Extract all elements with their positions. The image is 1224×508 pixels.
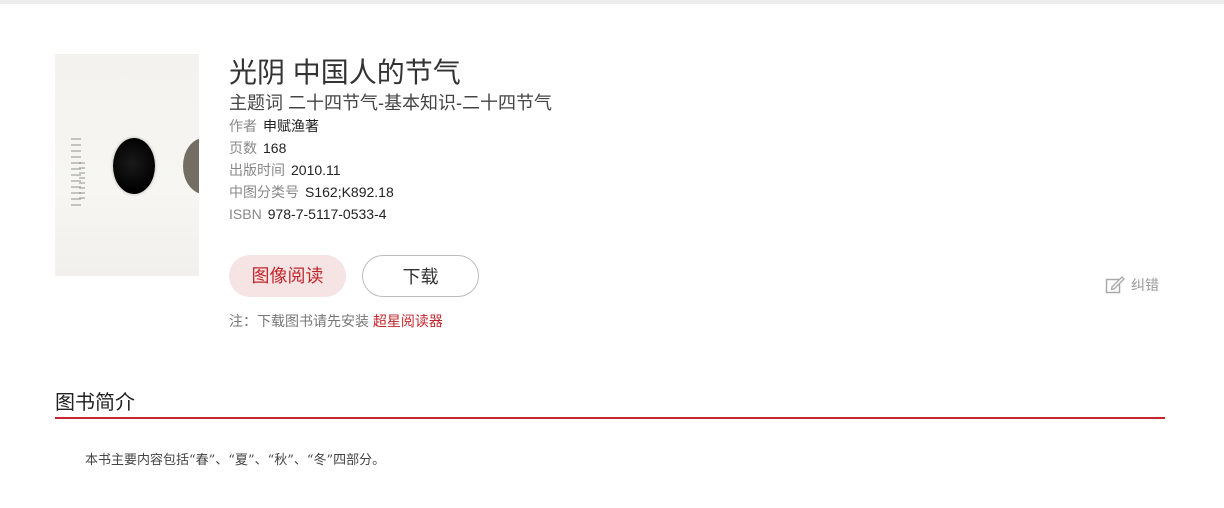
meta-isbn: ISBN 978-7-5117-0533-4 xyxy=(229,203,552,225)
meta-value: S162;K892.18 xyxy=(305,184,394,200)
meta-publish-date: 出版时间 2010.11 xyxy=(229,159,552,181)
intro-text: 本书主要内容包括“春”、“夏”、“秋”、“冬”四部分。 xyxy=(85,453,386,468)
meta-classification: 中图分类号 S162;K892.18 xyxy=(229,181,552,203)
image-read-button[interactable]: 图像阅读 xyxy=(229,255,346,297)
meta-author: 作者 申赋渔著 xyxy=(229,115,552,137)
reader-install-link[interactable]: 超星阅读器 xyxy=(373,313,443,329)
note-text: 注：下载图书请先安装 xyxy=(229,313,373,329)
report-label: 纠错 xyxy=(1131,277,1159,293)
intro-heading: 图书简介 xyxy=(55,392,135,414)
cover-black-moon xyxy=(113,138,155,194)
edit-icon xyxy=(1105,275,1125,295)
meta-value: 168 xyxy=(263,140,287,156)
meta-value: 978-7-5117-0533-4 xyxy=(267,206,387,222)
download-button[interactable]: 下载 xyxy=(362,255,479,297)
meta-label: 作者 xyxy=(229,118,257,134)
book-subject: 主题词 二十四节气-基本知识-二十四节气 xyxy=(229,93,552,113)
download-note: 注：下载图书请先安装 超星阅读器 xyxy=(229,311,443,331)
book-title: 光阴 中国人的节气 xyxy=(229,57,461,88)
meta-label: ISBN xyxy=(229,206,262,222)
top-bar xyxy=(0,0,1224,4)
meta-label: 页数 xyxy=(229,140,257,156)
meta-value: 2010.11 xyxy=(291,162,341,178)
book-cover-image xyxy=(55,54,199,276)
meta-value: 申赋渔著 xyxy=(263,118,319,134)
cover-grey-moon xyxy=(183,138,199,194)
meta-label: 中图分类号 xyxy=(229,184,299,200)
section-divider xyxy=(55,417,1165,419)
report-error-button[interactable]: 纠错 xyxy=(1105,275,1159,295)
meta-label: 出版时间 xyxy=(229,162,285,178)
book-info: 光阴 中国人的节气 主题词 二十四节气-基本知识-二十四节气 作者 申赋渔著 页数… xyxy=(229,56,552,225)
meta-pages: 页数 168 xyxy=(229,137,552,159)
